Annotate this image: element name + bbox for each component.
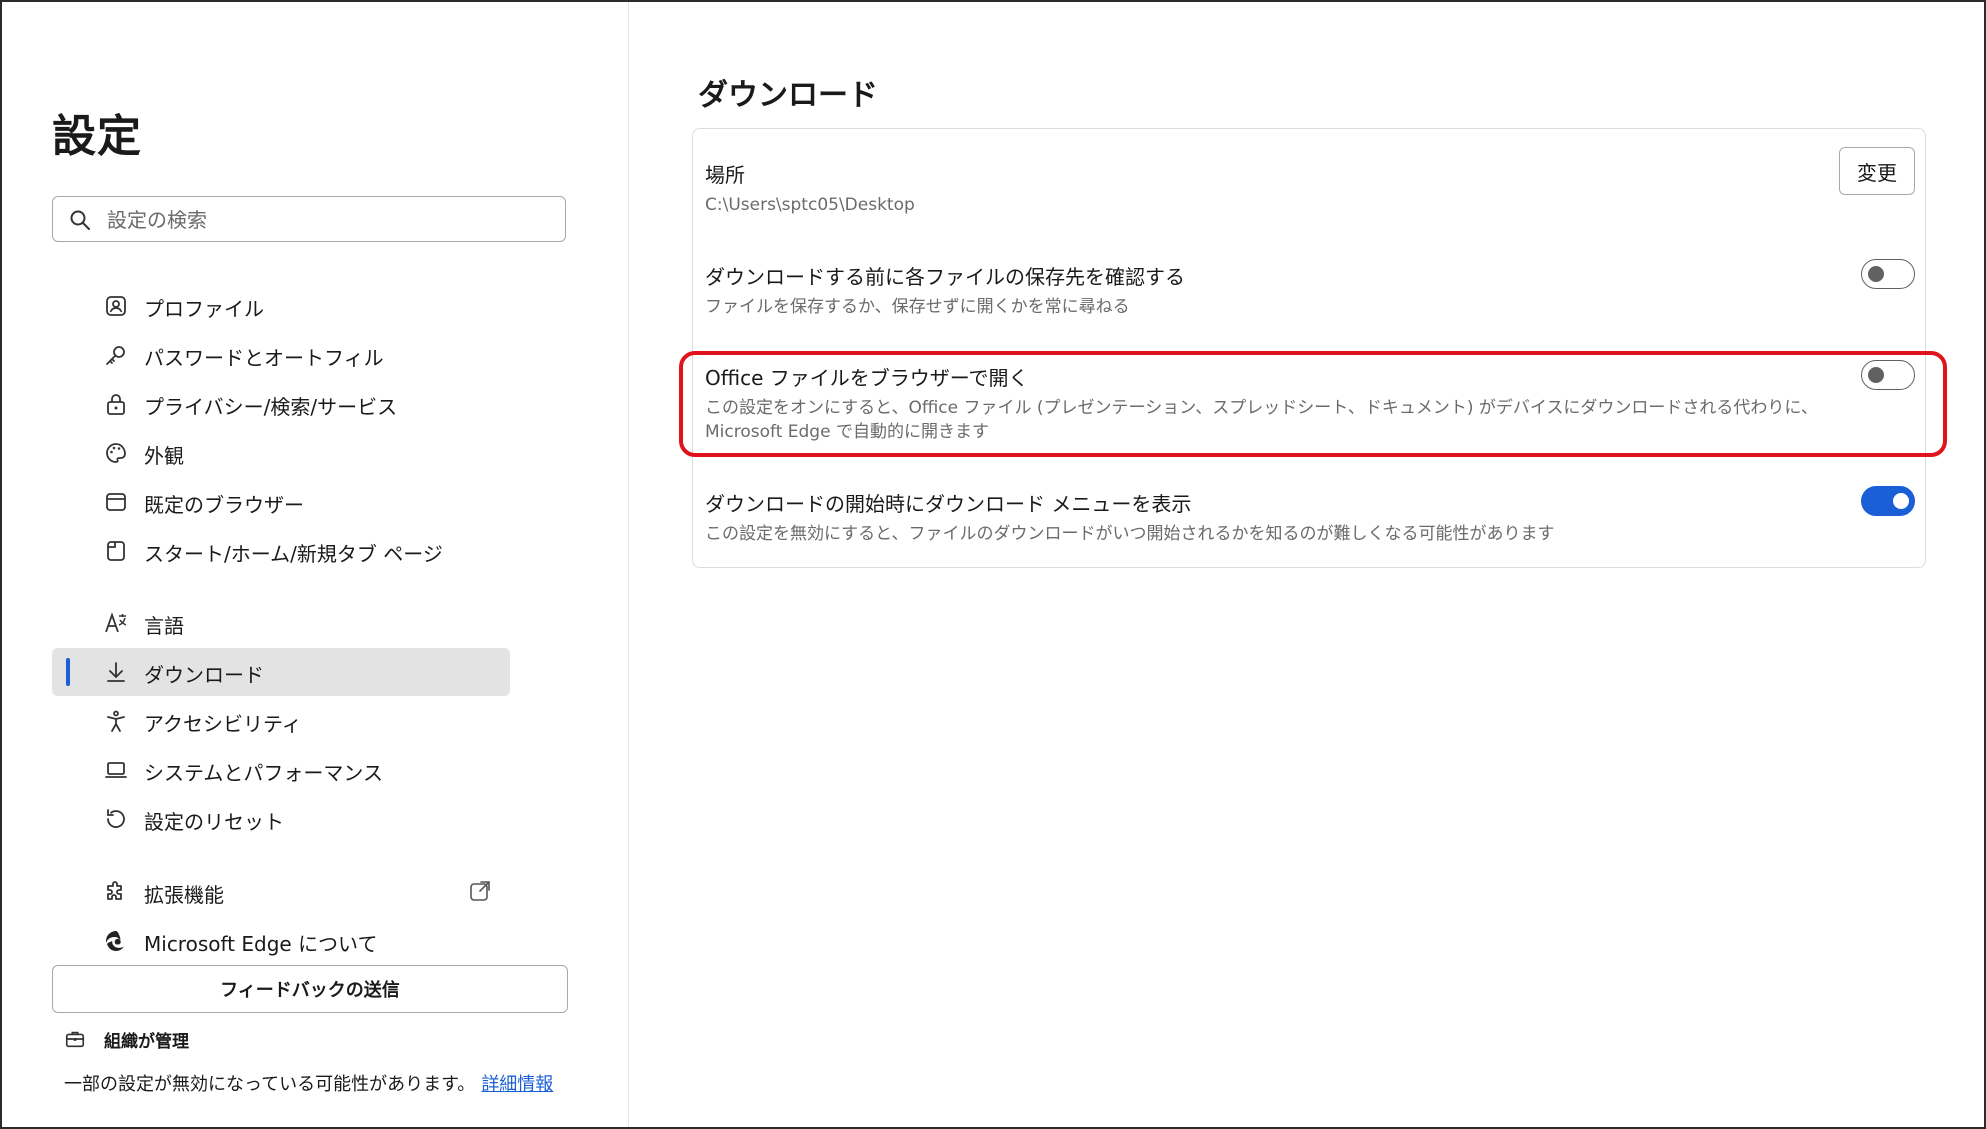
sidebar-item-about-edge[interactable]: Microsoft Edge について — [52, 917, 510, 965]
browser-icon — [106, 493, 126, 511]
language-icon — [105, 612, 127, 633]
setting-desc: この設定をオンにすると、Office ファイル (プレゼンテーション、スプレッド… — [705, 398, 1818, 442]
new-tab-icon — [107, 541, 125, 561]
setting-title: ダウンロードの開始時にダウンロード メニューを表示 — [705, 492, 1192, 516]
sidebar-item-profiles[interactable]: プロファイル — [52, 282, 510, 330]
lock-icon — [107, 394, 125, 415]
sidebar-item-label: プライバシー/検索/サービス — [144, 395, 398, 419]
sidebar-item-label: 言語 — [144, 614, 184, 638]
org-managed-label: 組織が管理 — [104, 1031, 189, 1052]
sidebar-item-system-performance[interactable]: システムとパフォーマンス — [52, 746, 510, 794]
office-files-toggle[interactable] — [1861, 360, 1915, 390]
setting-title: ダウンロードする前に各ファイルの保存先を確認する — [705, 265, 1185, 289]
send-feedback-button[interactable]: フィードバックの送信 — [52, 965, 568, 1013]
reset-icon — [107, 809, 125, 828]
sidebar-item-privacy[interactable]: プライバシー/検索/サービス — [52, 380, 510, 428]
sidebar-item-reset-settings[interactable]: 設定のリセット — [52, 795, 510, 843]
toggle-knob — [1868, 266, 1884, 282]
sidebar-item-label: 外観 — [144, 444, 184, 468]
palette-icon — [106, 443, 126, 463]
sidebar-item-label: スタート/ホーム/新規タブ ページ — [144, 542, 443, 566]
settings-title: 設定 — [52, 111, 142, 162]
change-location-button[interactable]: 変更 — [1839, 147, 1915, 195]
sidebar-item-label: アクセシビリティ — [144, 712, 302, 736]
location-title: 場所 — [705, 163, 745, 187]
settings-sidebar: 設定 プロファイル パスワードとオートフィル — [2, 2, 629, 1127]
ask-save-toggle[interactable] — [1861, 259, 1915, 289]
briefcase-icon — [65, 1031, 85, 1048]
org-note: 一部の設定が無効になっている可能性があります。 詳細情報 — [64, 1070, 553, 1096]
managed-by-org: 組織が管理 — [64, 1025, 189, 1053]
search-box[interactable] — [52, 196, 566, 242]
setting-title: Office ファイルをブラウザーで開く — [705, 366, 1029, 390]
sidebar-item-accessibility[interactable]: アクセシビリティ — [52, 697, 510, 745]
download-icon — [107, 662, 125, 682]
sidebar-item-label: 設定のリセット — [144, 810, 284, 834]
sidebar-item-label: パスワードとオートフィル — [144, 346, 384, 370]
sidebar-item-languages[interactable]: 言語 — [52, 599, 510, 647]
learn-more-link[interactable]: 詳細情報 — [481, 1074, 553, 1095]
sidebar-item-downloads[interactable]: ダウンロード — [52, 648, 510, 696]
sidebar-item-appearance[interactable]: 外観 — [52, 429, 510, 477]
show-download-menu-toggle[interactable] — [1861, 486, 1915, 516]
sidebar-item-passwords[interactable]: パスワードとオートフィル — [52, 331, 510, 379]
sidebar-item-label: Microsoft Edge について — [144, 932, 378, 956]
accessibility-icon — [107, 710, 125, 732]
downloads-settings-card: 場所 C:\Users\sptc05\Desktop 変更 ダウンロードする前に… — [692, 128, 1926, 568]
search-input[interactable] — [105, 201, 549, 239]
laptop-icon — [105, 762, 127, 778]
sidebar-item-label: ダウンロード — [144, 663, 264, 687]
sidebar-item-label: プロファイル — [144, 297, 264, 321]
sidebar-item-label: 既定のブラウザー — [144, 493, 304, 517]
external-link-icon[interactable] — [468, 879, 492, 903]
toggle-knob — [1893, 493, 1909, 509]
setting-desc: ファイルを保存するか、保存せずに開くかを常に尋ねる — [705, 297, 1130, 317]
page-title: ダウンロード — [698, 78, 878, 113]
search-icon — [70, 210, 90, 230]
sidebar-item-label: システムとパフォーマンス — [144, 761, 383, 785]
window: 設定 プロファイル パスワードとオートフィル — [0, 0, 1986, 1129]
sidebar-item-start-home-newtab[interactable]: スタート/ホーム/新規タブ ページ — [52, 527, 510, 575]
edge-logo-icon — [105, 931, 124, 951]
sidebar-item-extensions[interactable]: 拡張機能 — [52, 868, 510, 916]
location-path: C:\Users\sptc05\Desktop — [705, 195, 915, 215]
sidebar-item-label: 拡張機能 — [144, 883, 224, 907]
org-note-text: 一部の設定が無効になっている可能性があります。 — [64, 1074, 476, 1095]
setting-desc: この設定を無効にすると、ファイルのダウンロードがいつ開始されるかを知るのが難しく… — [705, 524, 1555, 544]
toggle-knob — [1868, 367, 1884, 383]
puzzle-icon — [107, 881, 122, 900]
profile-icon — [106, 296, 126, 316]
sidebar-item-default-browser[interactable]: 既定のブラウザー — [52, 478, 510, 526]
key-icon — [106, 346, 125, 365]
